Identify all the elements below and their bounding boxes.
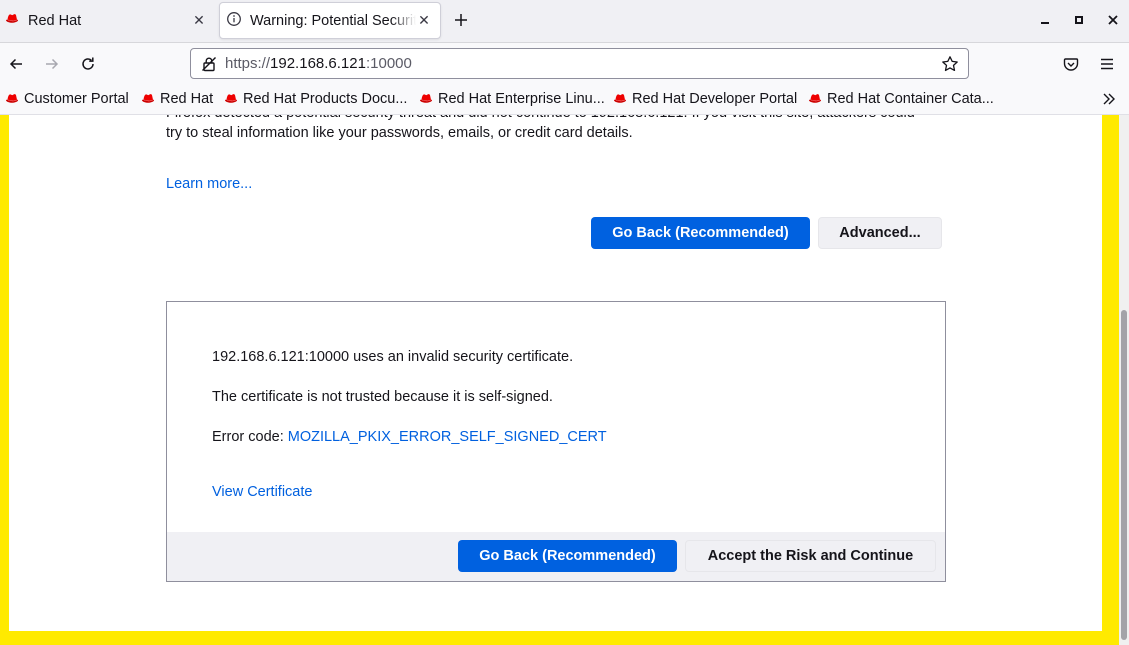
tab-label: Warning: Potential Security Risk Ahead: [250, 12, 416, 29]
intro-line: Firefox detected a potential security th…: [166, 115, 951, 123]
bookmark-label: Red Hat Products Docu...: [243, 91, 408, 107]
url-scheme: https://: [225, 55, 271, 72]
scrollbar-thumb[interactable]: [1121, 310, 1127, 640]
bookmark-label: Red Hat: [160, 91, 214, 107]
bookmark-item[interactable]: Red Hat Products Docu...: [223, 88, 407, 110]
redhat-icon: [807, 91, 823, 107]
tab-strip: Red Hat ✕ Warning: Potential Security Ri…: [0, 0, 1129, 42]
redhat-icon: [612, 91, 628, 107]
not-trusted-text: The certificate is not trusted because i…: [212, 389, 553, 405]
bookmark-item[interactable]: Red Hat Enterprise Linu...: [418, 88, 605, 110]
bookmark-item[interactable]: Red Hat: [140, 88, 213, 110]
url-bar[interactable]: https://192.168.6.121:10000: [190, 48, 969, 79]
bookmark-star-icon[interactable]: [940, 54, 960, 74]
error-code-label: Error code:: [212, 429, 288, 445]
url-text: https://192.168.6.121:10000: [225, 55, 412, 72]
tab-red-hat[interactable]: Red Hat ✕: [0, 0, 215, 41]
redhat-icon: [223, 91, 239, 107]
warning-intro-text: Firefox detected a potential security th…: [166, 115, 951, 143]
scrollbar-track[interactable]: [1119, 115, 1129, 645]
error-code-link[interactable]: MOZILLA_PKIX_ERROR_SELF_SIGNED_CERT: [288, 429, 607, 445]
invalid-certificate-text: 192.168.6.121:10000 uses an invalid secu…: [212, 349, 574, 365]
chevron-double-right-icon[interactable]: [1099, 89, 1119, 109]
tab-label: Red Hat: [28, 12, 82, 29]
reload-icon[interactable]: [76, 52, 100, 76]
redhat-icon: [4, 91, 20, 107]
advanced-panel-footer: Go Back (Recommended) Accept the Risk an…: [167, 532, 945, 581]
redhat-icon: [140, 91, 156, 107]
bookmark-label: Red Hat Enterprise Linu...: [438, 91, 605, 107]
navigation-toolbar: https://192.168.6.121:10000: [0, 42, 1129, 84]
go-back-button[interactable]: Go Back (Recommended): [591, 217, 810, 249]
bookmark-label: Customer Portal: [24, 91, 129, 107]
go-back-button[interactable]: Go Back (Recommended): [458, 540, 677, 572]
tab-security-warning[interactable]: Warning: Potential Security Risk Ahead ✕: [219, 2, 441, 39]
warning-page-frame: Firefox detected a potential security th…: [0, 115, 1129, 645]
bookmark-label: Red Hat Container Cata...: [827, 91, 994, 107]
intro-line: try to steal information like your passw…: [166, 125, 633, 141]
advanced-button[interactable]: Advanced...: [818, 217, 942, 249]
accept-risk-button[interactable]: Accept the Risk and Continue: [685, 540, 936, 572]
url-host: 192.168.6.121: [270, 55, 366, 72]
maximize-icon[interactable]: [1070, 11, 1088, 29]
warning-page: Firefox detected a potential security th…: [9, 115, 1102, 631]
bookmark-item[interactable]: Red Hat Container Cata...: [807, 88, 994, 110]
info-icon: [226, 11, 242, 31]
pocket-icon[interactable]: [1059, 52, 1083, 76]
redhat-icon: [418, 91, 434, 107]
forward-arrow-icon[interactable]: [40, 52, 64, 76]
back-arrow-icon[interactable]: [4, 52, 28, 76]
minimize-icon[interactable]: [1036, 11, 1054, 29]
new-tab-icon[interactable]: [451, 10, 471, 30]
insecure-lock-icon[interactable]: [199, 56, 219, 72]
error-code-line: Error code: MOZILLA_PKIX_ERROR_SELF_SIGN…: [212, 429, 607, 445]
close-window-icon[interactable]: [1104, 11, 1122, 29]
close-tab-icon[interactable]: ✕: [191, 12, 207, 29]
bookmark-label: Red Hat Developer Portal: [632, 91, 798, 107]
redhat-icon: [4, 11, 20, 31]
menu-hamburger-icon[interactable]: [1095, 52, 1119, 76]
view-certificate-link[interactable]: View Certificate: [212, 484, 312, 500]
close-tab-icon[interactable]: ✕: [416, 12, 432, 29]
url-port: :10000: [365, 55, 412, 72]
bookmark-item[interactable]: Red Hat Developer Portal: [612, 88, 797, 110]
bookmark-item[interactable]: Customer Portal: [4, 88, 129, 110]
advanced-panel: 192.168.6.121:10000 uses an invalid secu…: [166, 301, 946, 582]
bookmarks-toolbar: Customer Portal Red Hat Red Hat Products…: [0, 84, 1129, 115]
learn-more-link[interactable]: Learn more...: [166, 176, 252, 192]
